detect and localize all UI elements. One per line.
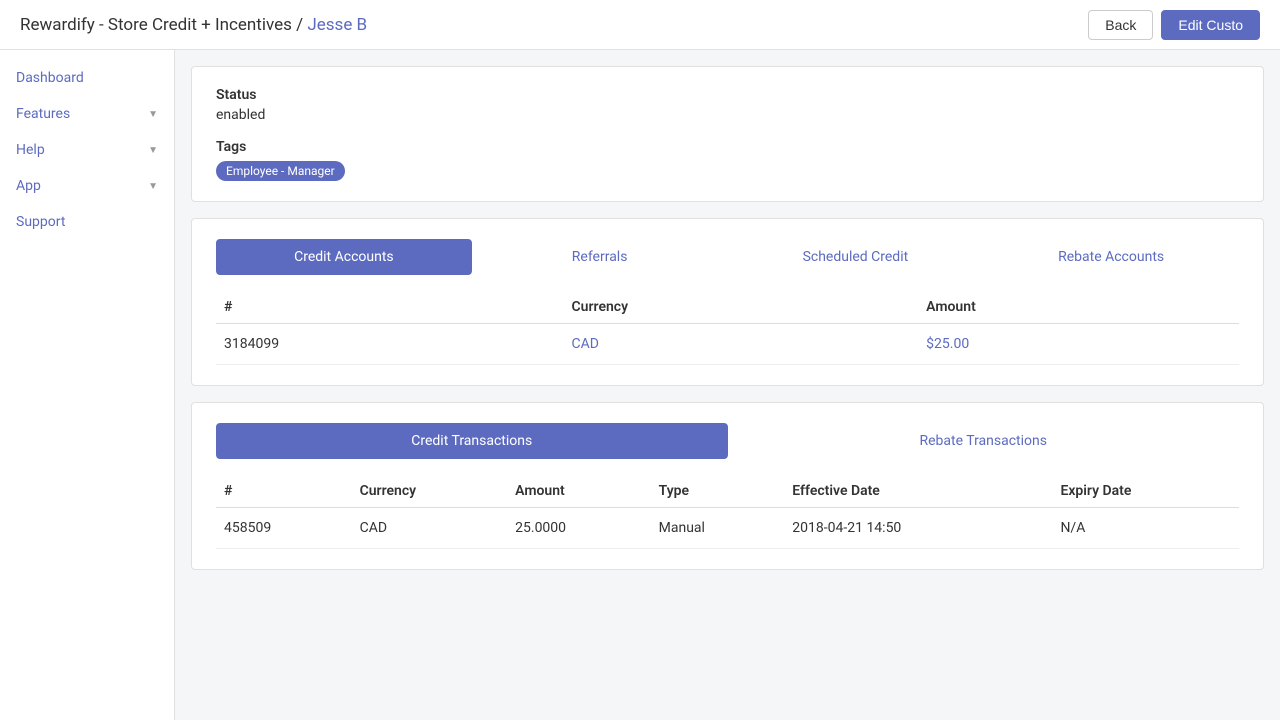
col-header-effective-date: Effective Date xyxy=(784,475,1052,508)
col-header-amount: Amount xyxy=(918,291,1239,324)
tag-badge: Employee - Manager xyxy=(216,161,345,181)
main-content: Status enabled Tags Employee - Manager C… xyxy=(175,50,1280,720)
chevron-down-icon: ▼ xyxy=(148,109,158,120)
app-name: Rewardify - Store Credit + Incentives xyxy=(20,15,292,35)
sidebar-item-help[interactable]: Help ▼ xyxy=(0,132,174,168)
credit-accounts-tabs: Credit Accounts Referrals Scheduled Cred… xyxy=(216,239,1239,275)
sidebar-item-support[interactable]: Support xyxy=(0,204,174,240)
col-header-expiry-date: Expiry Date xyxy=(1052,475,1239,508)
app-title: Rewardify - Store Credit + Incentives / … xyxy=(20,15,367,35)
row-expiry-date: N/A xyxy=(1052,508,1239,549)
sidebar-item-label: Dashboard xyxy=(16,70,84,86)
table-row: 458509 CAD 25.0000 Manual 2018-04-21 14:… xyxy=(216,508,1239,549)
row-amount: 25.0000 xyxy=(507,508,651,549)
back-button[interactable]: Back xyxy=(1088,10,1153,40)
title-separator: / xyxy=(296,15,307,35)
customer-name: Jesse B xyxy=(307,15,367,35)
chevron-down-icon: ▼ xyxy=(148,181,158,192)
col-header-amount: Amount xyxy=(507,475,651,508)
row-effective-date: 2018-04-21 14:50 xyxy=(784,508,1052,549)
sidebar-item-label: App xyxy=(16,178,41,194)
col-header-currency: Currency xyxy=(564,291,919,324)
customer-info-card: Status enabled Tags Employee - Manager xyxy=(191,66,1264,202)
row-id: 458509 xyxy=(216,508,352,549)
row-amount[interactable]: $25.00 xyxy=(918,324,1239,365)
header-actions: Back Edit Custo xyxy=(1088,10,1260,40)
tab-scheduled-credit[interactable]: Scheduled Credit xyxy=(728,239,984,275)
sidebar-item-app[interactable]: App ▼ xyxy=(0,168,174,204)
credit-accounts-table: # Currency Amount 3184099 CAD $25.00 xyxy=(216,291,1239,365)
row-id: 3184099 xyxy=(216,324,564,365)
col-header-currency: Currency xyxy=(352,475,508,508)
row-type: Manual xyxy=(651,508,785,549)
status-label: Status xyxy=(216,87,1239,103)
sidebar: Dashboard Features ▼ Help ▼ App ▼ Suppor… xyxy=(0,50,175,720)
col-header-type: Type xyxy=(651,475,785,508)
chevron-down-icon: ▼ xyxy=(148,145,158,156)
header: Rewardify - Store Credit + Incentives / … xyxy=(0,0,1280,50)
tab-credit-accounts[interactable]: Credit Accounts xyxy=(216,239,472,275)
status-value: enabled xyxy=(216,107,1239,123)
tab-referrals[interactable]: Referrals xyxy=(472,239,728,275)
sidebar-item-label: Features xyxy=(16,106,70,122)
col-header-id: # xyxy=(216,475,352,508)
edit-customer-button[interactable]: Edit Custo xyxy=(1161,10,1260,40)
table-row: 3184099 CAD $25.00 xyxy=(216,324,1239,365)
layout: Dashboard Features ▼ Help ▼ App ▼ Suppor… xyxy=(0,50,1280,720)
tab-rebate-accounts[interactable]: Rebate Accounts xyxy=(983,239,1239,275)
transactions-card: Credit Transactions Rebate Transactions … xyxy=(191,402,1264,570)
transactions-table: # Currency Amount Type Effective Date Ex… xyxy=(216,475,1239,549)
transactions-tabs: Credit Transactions Rebate Transactions xyxy=(216,423,1239,459)
credit-accounts-card: Credit Accounts Referrals Scheduled Cred… xyxy=(191,218,1264,386)
row-currency[interactable]: CAD xyxy=(564,324,919,365)
sidebar-item-dashboard[interactable]: Dashboard xyxy=(0,60,174,96)
tags-label: Tags xyxy=(216,139,1239,155)
tab-credit-transactions[interactable]: Credit Transactions xyxy=(216,423,728,459)
tab-rebate-transactions[interactable]: Rebate Transactions xyxy=(728,423,1240,459)
sidebar-item-features[interactable]: Features ▼ xyxy=(0,96,174,132)
row-currency: CAD xyxy=(352,508,508,549)
sidebar-item-label: Support xyxy=(16,214,65,230)
sidebar-item-label: Help xyxy=(16,142,45,158)
col-header-id: # xyxy=(216,291,564,324)
